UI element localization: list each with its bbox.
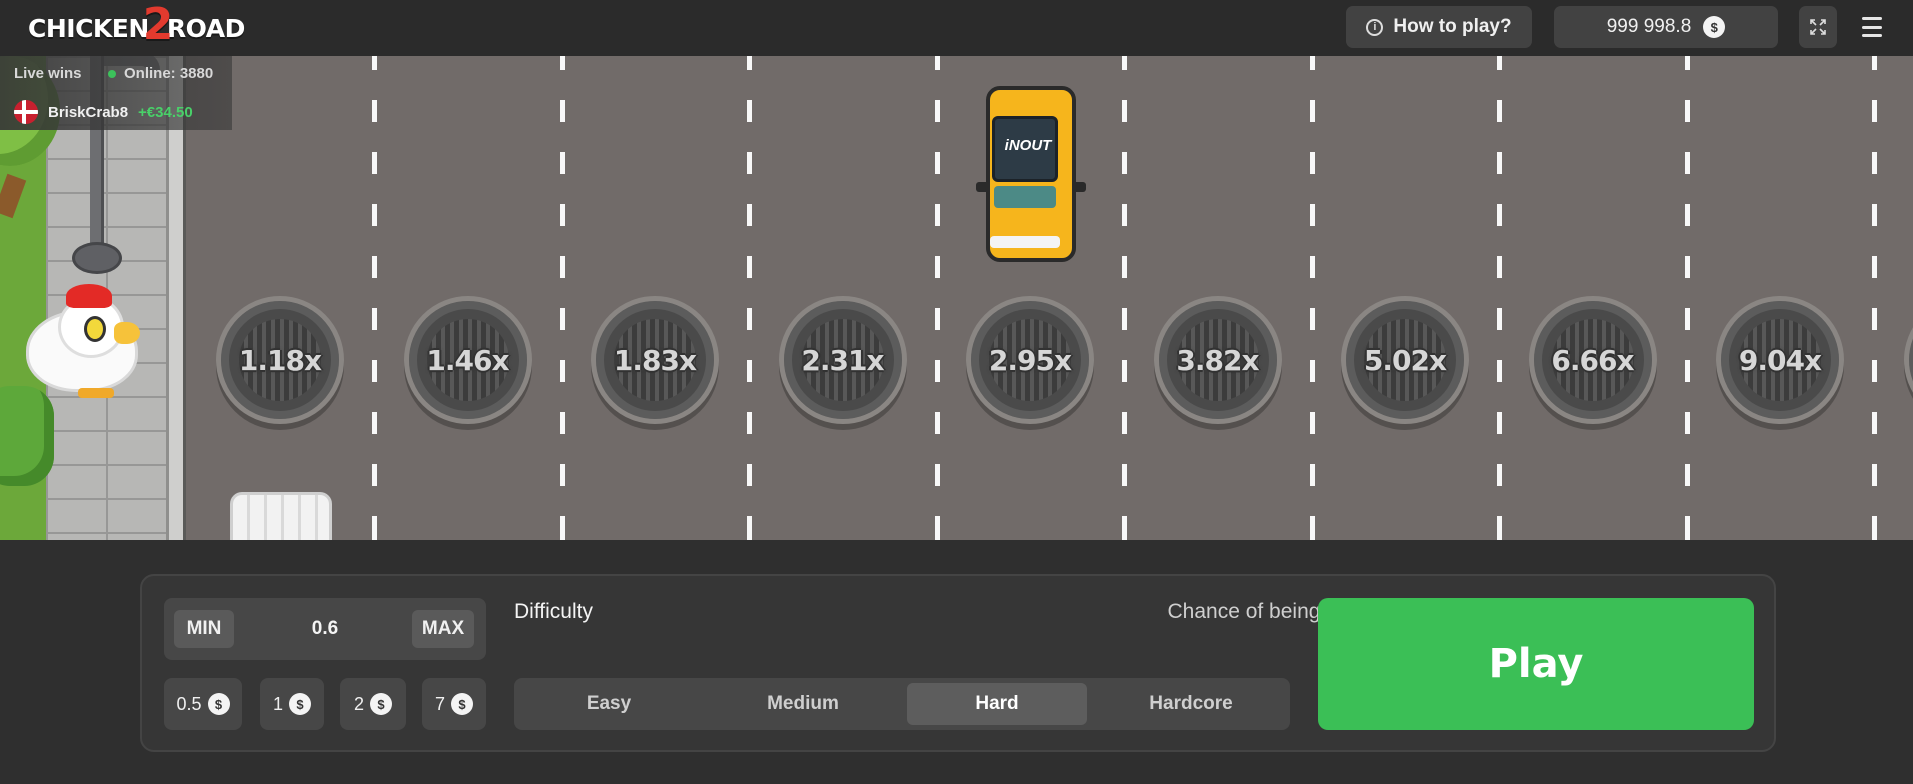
multiplier-label: 2.31x	[801, 343, 884, 377]
live-win-entry: BriskCrab8 +€34.50	[14, 100, 193, 124]
multiplier-manhole: 5.02x	[1341, 296, 1469, 424]
multiplier-label: 1.18x	[238, 343, 322, 377]
bet-amount-box: MIN 0.6 MAX	[164, 598, 486, 660]
menu-button[interactable]	[1856, 12, 1888, 42]
difficulty-hard-button[interactable]: Hard	[907, 683, 1087, 725]
difficulty-selector: Easy Medium Hard Hardcore	[514, 678, 1290, 730]
quick-bet-label: 1	[272, 693, 283, 714]
coin-icon: $	[451, 693, 473, 715]
multiplier-manhole: 3.82x	[1153, 296, 1282, 424]
quick-bet-label: 2	[353, 693, 364, 714]
multiplier-label: 3.82x	[1176, 343, 1259, 377]
lane-divider	[1122, 56, 1127, 540]
balance-display: 999 998.8 $	[1554, 6, 1778, 48]
lane-divider	[372, 56, 377, 540]
coin-icon: $	[289, 693, 311, 715]
lane-divider	[934, 56, 940, 540]
logo-text-two: 2	[142, 0, 174, 50]
quick-bet-label: 0.5	[176, 693, 202, 714]
coin-icon: $	[1703, 16, 1726, 38]
difficulty-label: Difficulty	[514, 600, 593, 623]
win-amount: +€34.50	[138, 103, 193, 121]
live-wins-panel: Live wins Online: 3880 BriskCrab8 +€34.5…	[0, 56, 232, 130]
coin-icon: $	[370, 693, 392, 715]
multiplier-label: 1.46x	[426, 343, 509, 377]
game-app: CHICKEN 2 ROAD i How to play? 999 998.8 …	[0, 0, 1913, 784]
multiplier-manhole: 1.46x	[403, 296, 532, 424]
multiplier-manhole: 9.04x	[1716, 296, 1844, 424]
denmark-flag-icon	[14, 100, 38, 124]
online-count-label: Online: 3880	[124, 65, 214, 82]
lane-divider	[1684, 56, 1690, 540]
how-to-play-label: How to play?	[1393, 16, 1512, 37]
fullscreen-button[interactable]	[1799, 6, 1837, 48]
multiplier-label: 6.66x	[1551, 343, 1634, 377]
min-bet-button[interactable]: MIN	[174, 610, 234, 648]
bet-controls: MIN 0.6 MAX 0.5 $ 1 $ 2 $ 7 $ Difficulty…	[140, 574, 1776, 752]
multiplier-label: 5.02x	[1363, 343, 1447, 377]
fullscreen-icon	[1810, 19, 1826, 35]
next-manhole	[1903, 296, 1913, 424]
play-button[interactable]: Play	[1318, 598, 1754, 730]
multiplier-label: 1.83x	[613, 343, 697, 377]
difficulty-hardcore-button[interactable]: Hardcore	[1101, 683, 1281, 725]
difficulty-medium-button[interactable]: Medium	[713, 683, 893, 725]
logo: CHICKEN 2 ROAD	[28, 0, 245, 50]
quick-bet-button[interactable]: 0.5 $	[164, 678, 242, 730]
live-wins-label: Live wins	[14, 65, 82, 82]
multiplier-label: 9.04x	[1738, 343, 1822, 377]
online-indicator-icon	[108, 69, 116, 78]
lane-divider	[1497, 56, 1502, 540]
multiplier-manhole: 6.66x	[1528, 296, 1657, 424]
multiplier-manhole: 2.95x	[966, 296, 1094, 424]
info-icon: i	[1366, 18, 1384, 36]
multiplier-manhole: 2.31x	[778, 296, 907, 424]
car-obstacle: iNOUT	[976, 86, 1086, 262]
chicken-player	[22, 284, 142, 398]
win-username: BriskCrab8	[48, 103, 129, 121]
lane-divider	[747, 56, 752, 540]
menu-icon-bar	[1862, 25, 1882, 29]
quick-bet-button[interactable]: 2 $	[340, 678, 406, 730]
car-logo: iNOUT	[1004, 137, 1052, 154]
how-to-play-button[interactable]: i How to play?	[1346, 6, 1532, 48]
lane-divider	[1872, 56, 1877, 540]
barrier	[230, 492, 332, 540]
multiplier-manhole: 1.83x	[591, 296, 719, 424]
menu-icon-bar	[1862, 17, 1882, 20]
bet-amount-input[interactable]: 0.6	[254, 610, 396, 648]
logo-text-chicken: CHICKEN	[28, 13, 149, 43]
multiplier-manhole: 1.18x	[216, 296, 344, 424]
logo-text-road: ROAD	[166, 13, 245, 43]
quick-bet-label: 7	[434, 693, 445, 714]
lane-divider	[1309, 56, 1315, 540]
difficulty-easy-button[interactable]: Easy	[519, 683, 699, 725]
balance-value: 999 998.8	[1606, 16, 1692, 37]
bush	[0, 386, 54, 486]
online-count: Online: 3880	[108, 65, 213, 82]
quick-bet-button[interactable]: 1 $	[260, 678, 324, 730]
game-field: 1.18x 1.46x 1.83x 2.31x 2.95x 3.82x 5.02x 6.66x…	[0, 56, 1913, 540]
menu-icon-bar	[1862, 34, 1882, 37]
top-bar: CHICKEN 2 ROAD i How to play? 999 998.8 …	[0, 0, 1913, 56]
max-bet-button[interactable]: MAX	[412, 610, 474, 648]
quick-bet-button[interactable]: 7 $	[422, 678, 486, 730]
lane-divider	[559, 56, 565, 540]
coin-icon: $	[207, 693, 230, 715]
multiplier-label: 2.95x	[988, 343, 1072, 377]
